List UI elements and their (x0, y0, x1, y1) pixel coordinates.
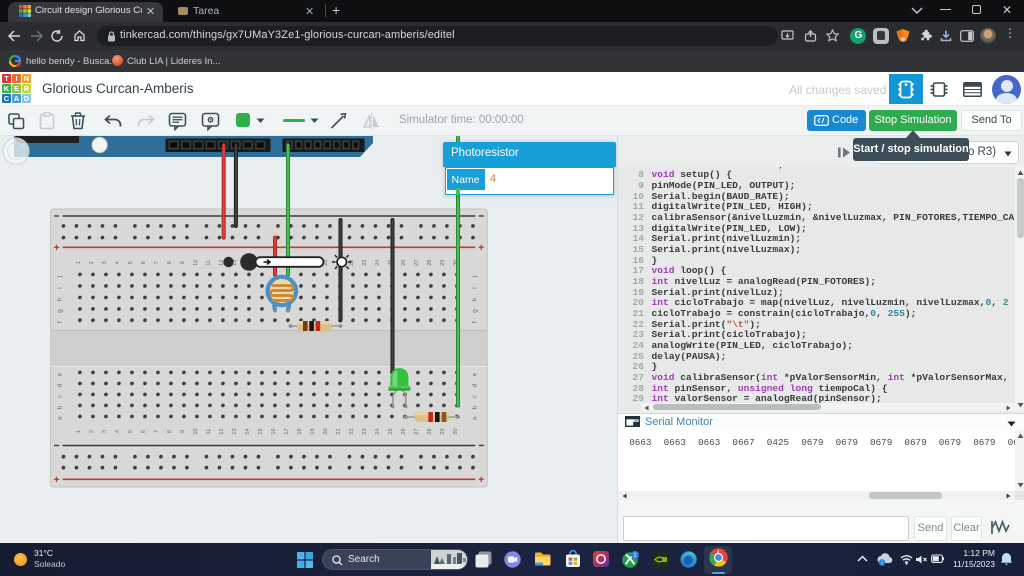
svg-text:7: 7 (154, 430, 160, 433)
svg-text:18: 18 (297, 428, 303, 434)
svg-text:D: D (24, 94, 30, 103)
svg-text:c: c (57, 395, 64, 398)
svg-text:5: 5 (128, 430, 134, 433)
svg-text:c: c (472, 395, 479, 398)
svg-text:1: 1 (76, 430, 82, 433)
svg-text:11: 11 (206, 429, 212, 435)
svg-text:30: 30 (453, 428, 459, 434)
svg-text:i: i (57, 287, 64, 288)
svg-text:25: 25 (388, 428, 394, 434)
svg-text:6: 6 (141, 430, 147, 433)
svg-text:h: h (472, 297, 479, 301)
svg-text:i: i (881, 561, 882, 566)
svg-text:4: 4 (115, 261, 121, 264)
svg-text:27: 27 (414, 428, 420, 434)
svg-text:9: 9 (180, 430, 186, 433)
svg-text:b: b (472, 405, 479, 409)
svg-text:3: 3 (102, 261, 108, 264)
svg-text:T: T (4, 74, 9, 83)
svg-text:3: 3 (102, 430, 108, 433)
svg-text:19: 19 (310, 428, 316, 434)
svg-text:a: a (57, 416, 64, 420)
svg-text:5: 5 (128, 261, 134, 264)
svg-text:14: 14 (245, 428, 251, 434)
svg-text:29: 29 (440, 260, 446, 266)
svg-text:d: d (472, 383, 479, 387)
svg-text:24: 24 (375, 428, 381, 434)
svg-text:16: 16 (271, 428, 277, 434)
svg-text:b: b (57, 405, 64, 409)
svg-text:a: a (472, 416, 479, 420)
svg-text:e: e (57, 372, 64, 376)
svg-text:28: 28 (427, 428, 433, 434)
svg-text:15: 15 (258, 428, 264, 434)
svg-text:6: 6 (141, 261, 147, 264)
svg-text:17: 17 (284, 428, 290, 434)
svg-text:10: 10 (193, 428, 199, 434)
svg-text:K: K (4, 84, 10, 93)
svg-text:N: N (24, 74, 29, 83)
svg-text:29: 29 (440, 428, 446, 434)
svg-text:1: 1 (76, 261, 82, 264)
svg-text:2: 2 (89, 261, 95, 264)
svg-text:10: 10 (193, 260, 199, 266)
svg-text:d: d (57, 383, 64, 387)
svg-text:26: 26 (401, 260, 407, 266)
svg-text:22: 22 (349, 260, 355, 266)
svg-text:g: g (57, 309, 64, 313)
svg-text:4: 4 (115, 430, 121, 433)
svg-text:22: 22 (349, 428, 355, 434)
svg-text:I: I (15, 74, 17, 83)
svg-text:f: f (57, 321, 64, 323)
svg-text:28: 28 (427, 260, 433, 266)
svg-text:A: A (14, 94, 20, 103)
svg-text:2: 2 (89, 430, 95, 433)
svg-text:20: 20 (323, 428, 329, 434)
svg-text:g: g (472, 309, 479, 313)
svg-text:26: 26 (401, 428, 407, 434)
svg-text:7: 7 (154, 261, 160, 264)
svg-text:j: j (472, 276, 479, 278)
svg-text:24: 24 (375, 260, 381, 266)
svg-text:j: j (57, 276, 64, 278)
svg-text:C: C (4, 94, 10, 103)
svg-text:h: h (57, 297, 64, 301)
svg-text:R: R (24, 84, 30, 93)
svg-text:8: 8 (167, 261, 173, 264)
svg-text:9: 9 (180, 261, 186, 264)
svg-text:11: 11 (206, 260, 212, 266)
svg-text:e: e (472, 372, 479, 376)
svg-text:8: 8 (167, 430, 173, 433)
svg-text:E: E (14, 84, 19, 93)
svg-text:21: 21 (336, 428, 342, 434)
svg-text:27: 27 (414, 260, 420, 266)
svg-text:f: f (472, 321, 479, 323)
svg-text:23: 23 (362, 260, 368, 266)
svg-text:i: i (472, 287, 479, 288)
svg-text:12: 12 (219, 428, 225, 434)
svg-text:23: 23 (362, 428, 368, 434)
svg-text:13: 13 (232, 428, 238, 434)
